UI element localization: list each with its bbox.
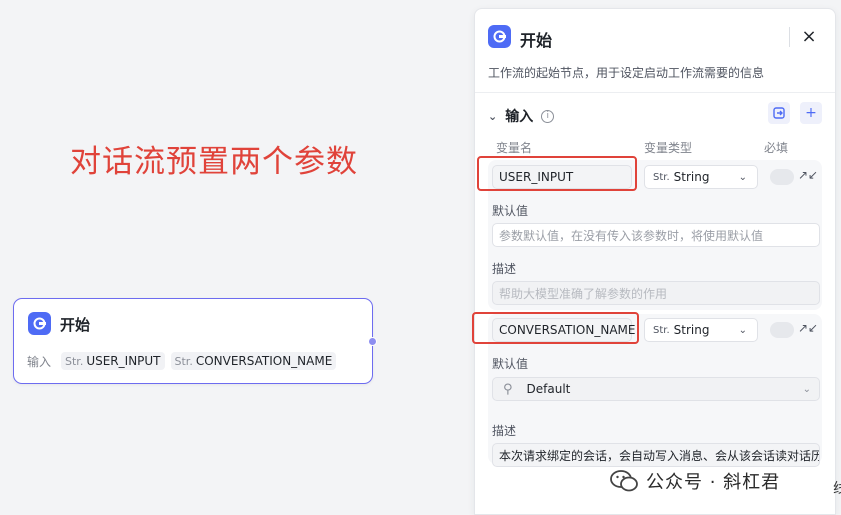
panel-title: 开始 (520, 31, 553, 50)
default-value-input[interactable]: 参数默认值，在没有传入该参数时，将使用默认值 (492, 223, 820, 247)
start-node[interactable]: 开始 输入 Str. USER_INPUT Str. CONVERSATION_… (13, 298, 377, 384)
start-node-icon (28, 312, 51, 335)
variable-type-select[interactable]: Str. String ⌄ (644, 165, 758, 189)
column-header-name: 变量名 (496, 141, 533, 155)
edge-text: 线 (833, 481, 841, 497)
node-inputs-label: 输入 (27, 354, 52, 369)
description-label: 描述 (492, 262, 517, 276)
chevron-down-icon: ⌄ (738, 324, 747, 336)
info-icon[interactable]: i (541, 109, 555, 123)
node-config-panel: 开始 × 工作流的起始节点，用于设定启动工作流需要的信息 ⌄ 输入 i + 变量… (474, 8, 836, 515)
search-icon: ⚲ (503, 381, 513, 397)
column-header-type: 变量类型 (644, 141, 693, 155)
annotation-text: 对话流预置两个参数 (70, 144, 358, 180)
watermark: 公众号 · 斜杠君 (610, 468, 780, 494)
description-label: 描述 (492, 424, 517, 438)
collapse-icon[interactable]: ↗↙ (798, 168, 818, 182)
variable-type-select[interactable]: Str. String ⌄ (644, 318, 758, 342)
output-handle[interactable] (368, 337, 377, 346)
column-header-required: 必填 (764, 141, 789, 155)
default-value-select[interactable]: ⚲ Default ⌄ (492, 377, 820, 401)
chevron-down-icon[interactable]: ⌄ (488, 110, 497, 123)
section-title: 输入 (505, 109, 534, 125)
input-chip: Str. CONVERSATION_NAME (170, 352, 337, 370)
input-chip: Str. USER_INPUT (61, 352, 165, 370)
add-icon[interactable]: + (800, 102, 822, 124)
divider (475, 92, 835, 93)
node-title: 开始 (60, 316, 91, 334)
highlight-box (477, 156, 637, 191)
close-icon[interactable]: × (797, 24, 821, 48)
default-label: 默认值 (492, 204, 529, 218)
collapse-icon[interactable]: ↗↙ (798, 321, 818, 335)
highlight-box (472, 312, 639, 344)
default-label: 默认值 (492, 357, 529, 371)
header-divider (789, 27, 790, 47)
wechat-icon (610, 469, 638, 493)
panel-node-icon (488, 25, 511, 48)
node-inputs: 输入 Str. USER_INPUT Str. CONVERSATION_NAM… (27, 352, 337, 370)
chevron-down-icon: ⌄ (738, 171, 747, 183)
chevron-down-icon: ⌄ (802, 383, 811, 395)
description-input[interactable]: 本次请求绑定的会话，会自动写入消息、会从该会话读对话历 (492, 443, 820, 467)
import-icon[interactable] (768, 102, 790, 124)
watermark-text: 公众号 · 斜杠君 (646, 472, 781, 493)
description-input[interactable]: 帮助大模型准确了解参数的作用 (492, 281, 820, 305)
required-toggle[interactable] (770, 322, 794, 338)
input-section-header[interactable]: ⌄ 输入 i (488, 106, 555, 126)
required-toggle[interactable] (770, 169, 794, 185)
panel-description: 工作流的起始节点，用于设定启动工作流需要的信息 (488, 66, 765, 80)
